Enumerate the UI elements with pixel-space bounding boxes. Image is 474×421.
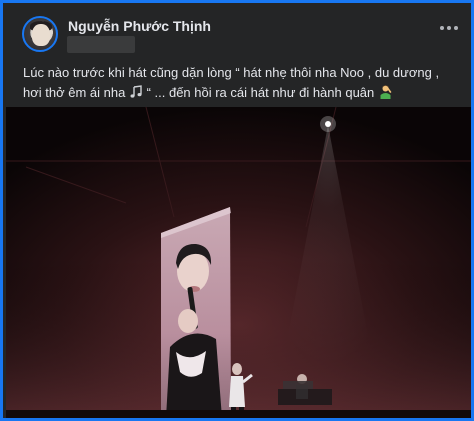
post-header: Nguyễn Phước Thịnh [22, 15, 462, 57]
more-dot [454, 26, 458, 30]
post-text-line-2-start: hơi thở êm ái nha [23, 85, 126, 100]
post-text-line-1: Lúc nào trước khi hát cũng dặn lòng “ há… [23, 65, 440, 80]
post-photo[interactable] [6, 107, 471, 418]
more-dot [447, 26, 451, 30]
music-note-icon [129, 85, 143, 105]
stage-floor [6, 410, 471, 418]
concert-photo [6, 107, 471, 418]
post-timestamp-redacted [67, 36, 135, 53]
post-card: Nguyễn Phước Thịnh Lúc nào trước khi hát… [0, 0, 474, 421]
post-text-line-2: hơi thở êm ái nha “ ... đến hồi ra cái h… [23, 83, 459, 105]
spotlight-glow [320, 116, 336, 132]
author-name[interactable]: Nguyễn Phước Thịnh [68, 18, 211, 34]
more-dot [440, 26, 444, 30]
post-text: Lúc nào trước khi hát cũng dặn lòng “ há… [23, 63, 459, 105]
post-text-line-2-end: “ ... đến hồi ra cái hát như đi hành quâ… [146, 85, 375, 100]
author-avatar[interactable] [22, 16, 58, 52]
avatar-face [32, 24, 50, 46]
more-options-icon[interactable] [440, 21, 458, 35]
saluting-person-icon [378, 84, 393, 105]
